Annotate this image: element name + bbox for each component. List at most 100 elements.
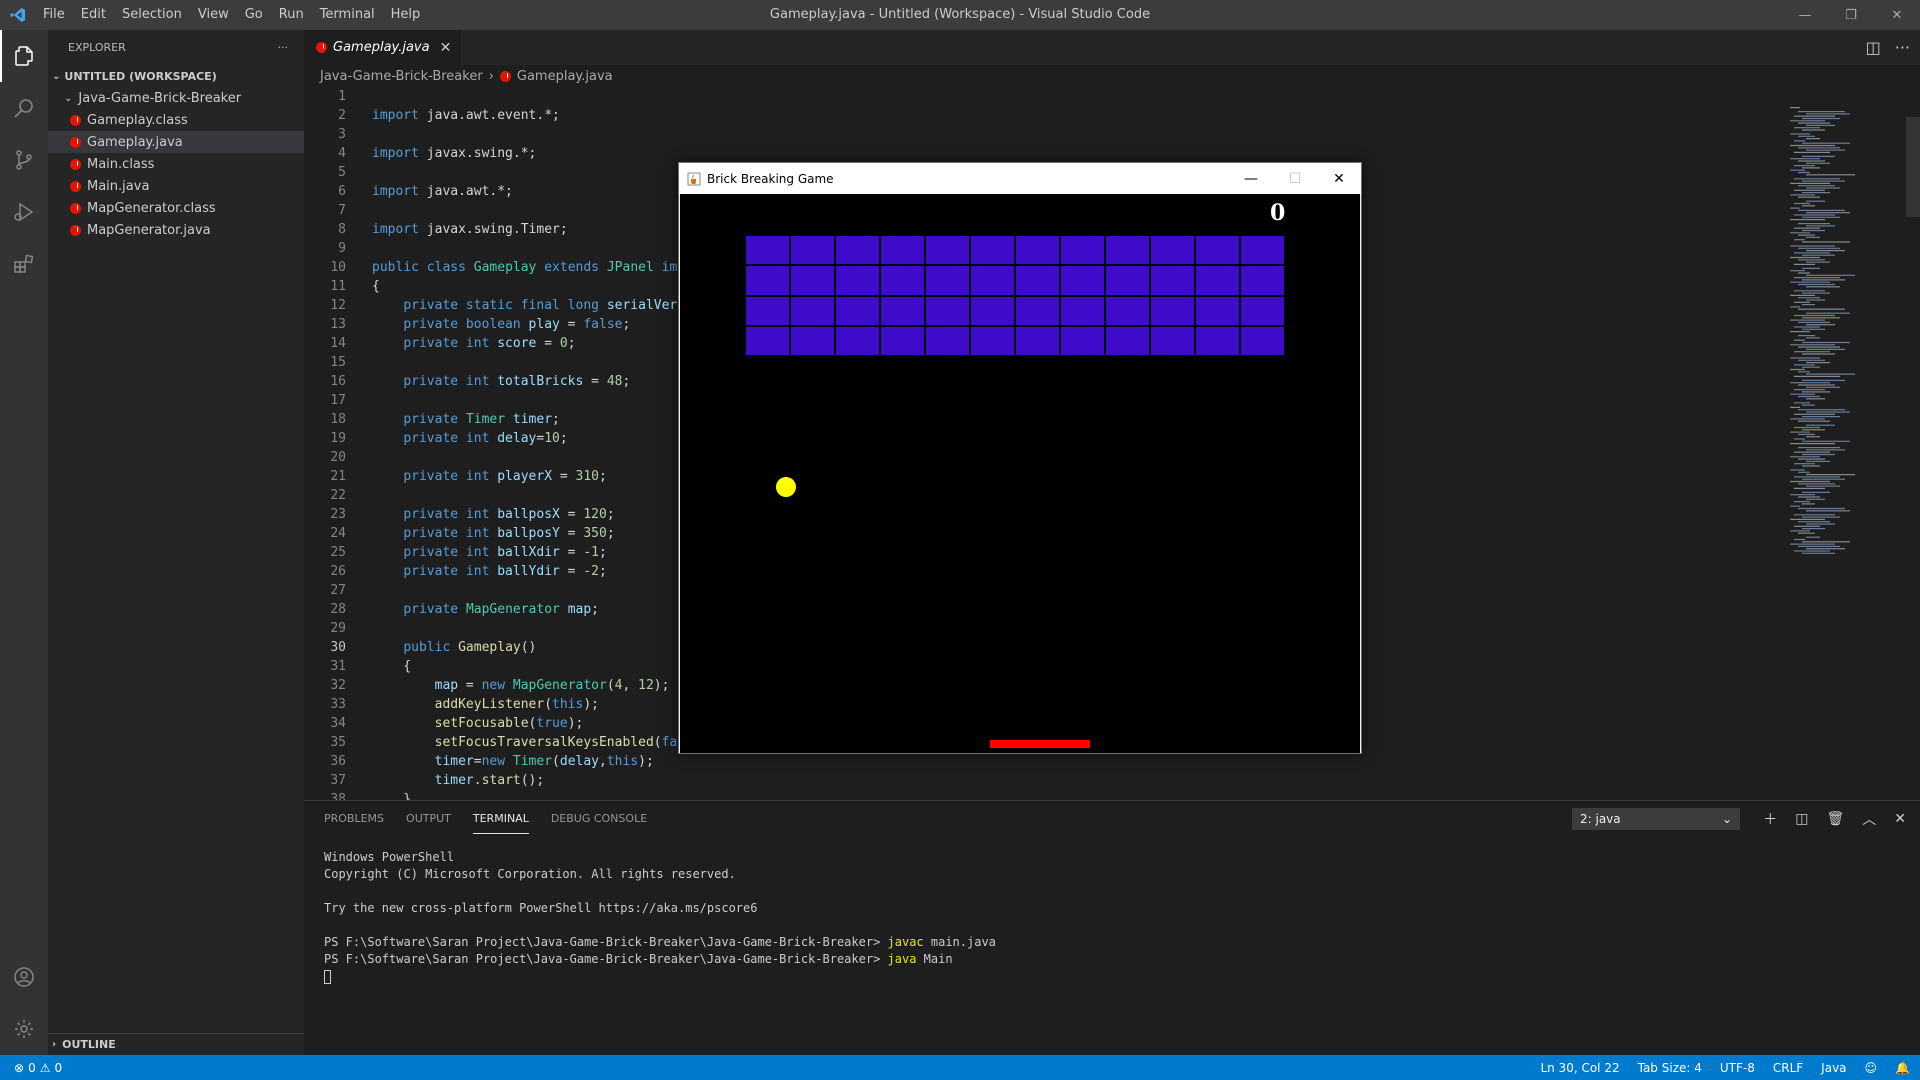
encoding[interactable]: UTF-8 bbox=[1720, 1061, 1755, 1075]
minimap-line bbox=[1806, 286, 1840, 288]
terminal-output[interactable]: Windows PowerShell Copyright (C) Microsof… bbox=[324, 849, 996, 985]
file-item[interactable]: MapGenerator.java bbox=[48, 219, 304, 241]
minimap-line bbox=[1790, 169, 1805, 171]
folder-row[interactable]: ⌄ Java-Game-Brick-Breaker bbox=[48, 87, 304, 109]
minimap-line bbox=[1794, 463, 1815, 465]
minimap-line bbox=[1806, 523, 1835, 525]
chevron-up-icon[interactable]: ︿ bbox=[1862, 809, 1876, 829]
bell-icon[interactable]: 🔔 bbox=[1895, 1061, 1910, 1075]
close-panel-icon[interactable]: ✕ bbox=[1894, 811, 1906, 827]
minimap-line bbox=[1790, 331, 1810, 333]
scrollbar-thumb[interactable] bbox=[1906, 117, 1920, 217]
split-editor-icon[interactable]: ◫ bbox=[1866, 38, 1881, 57]
more-actions-icon[interactable]: ··· bbox=[1895, 38, 1910, 57]
line-number: 32 bbox=[330, 678, 346, 693]
menu-item-file[interactable]: File bbox=[35, 0, 73, 30]
minimap-line bbox=[1806, 138, 1820, 140]
minimize-icon[interactable]: — bbox=[1782, 0, 1828, 30]
file-item[interactable]: Gameplay.java bbox=[48, 131, 304, 153]
line-ending[interactable]: CRLF bbox=[1773, 1061, 1803, 1075]
editor-scrollbar[interactable] bbox=[1906, 87, 1920, 800]
restore-icon[interactable]: ❐ bbox=[1828, 0, 1874, 30]
feedback-icon[interactable]: ☺ bbox=[1865, 1061, 1878, 1075]
code-token: timer bbox=[434, 754, 474, 769]
outline-section[interactable]: › OUTLINE bbox=[48, 1033, 304, 1055]
code-token: delay bbox=[497, 431, 537, 446]
brick bbox=[971, 266, 1014, 295]
tab-terminal[interactable]: TERMINAL bbox=[472, 804, 529, 834]
line-number: 28 bbox=[330, 602, 346, 617]
terminal-select[interactable]: 2: java ⌄ bbox=[1572, 808, 1740, 830]
more-actions-icon[interactable]: ··· bbox=[278, 41, 289, 54]
tab-size[interactable]: Tab Size: 4 bbox=[1638, 1061, 1702, 1075]
close-tab-icon[interactable]: ✕ bbox=[440, 40, 452, 56]
file-item[interactable]: Main.class bbox=[48, 153, 304, 175]
ball bbox=[776, 477, 796, 497]
source-control-icon[interactable] bbox=[0, 134, 48, 186]
menu-item-selection[interactable]: Selection bbox=[114, 0, 190, 30]
problems-status[interactable]: ⊗ 0 ⚠ 0 bbox=[0, 1061, 62, 1075]
code-line: 36 timer=new Timer(delay,this); bbox=[304, 752, 1774, 771]
minimap-line bbox=[1798, 247, 1840, 249]
minimap-line bbox=[1802, 267, 1820, 269]
workspace-section[interactable]: ⌄ UNTITLED (WORKSPACE) bbox=[48, 65, 304, 87]
java-error-icon bbox=[70, 180, 81, 192]
close-icon[interactable]: ✕ bbox=[1317, 163, 1361, 194]
code-token: ( bbox=[544, 697, 553, 712]
chevron-right-icon: › bbox=[488, 68, 494, 84]
account-icon[interactable] bbox=[0, 951, 48, 1003]
brick bbox=[791, 266, 834, 295]
menu-item-go[interactable]: Go bbox=[237, 0, 271, 30]
split-terminal-icon[interactable]: ◫ bbox=[1795, 811, 1808, 827]
breadcrumb-folder[interactable]: Java-Game-Brick-Breaker bbox=[320, 69, 483, 84]
tab-gameplay-java[interactable]: Gameplay.java ✕ bbox=[304, 30, 462, 65]
file-item[interactable]: MapGenerator.class bbox=[48, 197, 304, 219]
game-window-title: Brick Breaking Game bbox=[707, 171, 834, 186]
explorer-icon[interactable] bbox=[0, 30, 48, 82]
minimap-line bbox=[1794, 151, 1830, 153]
trash-icon[interactable]: 🗑 bbox=[1826, 811, 1844, 827]
code-token: import bbox=[372, 184, 419, 199]
minimap-line bbox=[1806, 250, 1845, 252]
menu-item-help[interactable]: Help bbox=[383, 0, 429, 30]
breadcrumb-file[interactable]: Gameplay.java bbox=[517, 69, 613, 84]
close-icon[interactable]: ✕ bbox=[1874, 0, 1920, 30]
cursor-position[interactable]: Ln 30, Col 22 bbox=[1540, 1061, 1619, 1075]
code-token: ( bbox=[653, 735, 662, 750]
tab-debug-console[interactable]: DEBUG CONSOLE bbox=[551, 804, 647, 833]
file-item[interactable]: Main.java bbox=[48, 175, 304, 197]
menu-item-run[interactable]: Run bbox=[271, 0, 312, 30]
extensions-icon[interactable] bbox=[0, 238, 48, 290]
search-icon[interactable] bbox=[0, 82, 48, 134]
file-item[interactable]: Gameplay.class bbox=[48, 109, 304, 131]
minimize-icon[interactable]: — bbox=[1229, 163, 1273, 194]
code-token: = bbox=[458, 678, 482, 693]
menu-item-view[interactable]: View bbox=[190, 0, 237, 30]
minimap-line bbox=[1806, 411, 1850, 413]
code-token: ; bbox=[591, 602, 599, 617]
minimap-line bbox=[1798, 223, 1830, 225]
warning-icon: ⚠ bbox=[39, 1060, 51, 1075]
tab-problems[interactable]: PROBLEMS bbox=[324, 804, 384, 833]
code-token: 12 bbox=[638, 678, 654, 693]
minimap[interactable] bbox=[1786, 87, 1906, 800]
run-debug-icon[interactable] bbox=[0, 186, 48, 238]
game-title-bar[interactable]: Brick Breaking Game — ☐ ✕ bbox=[679, 163, 1361, 194]
new-terminal-icon[interactable]: ＋ bbox=[1763, 809, 1777, 829]
menu-item-edit[interactable]: Edit bbox=[73, 0, 114, 30]
language-mode[interactable]: Java bbox=[1821, 1061, 1846, 1075]
minimap-line bbox=[1802, 416, 1840, 418]
code-text: private static final long serialVers bbox=[346, 296, 685, 315]
settings-gear-icon[interactable] bbox=[0, 1003, 48, 1055]
line-number: 23 bbox=[330, 507, 346, 522]
menu-item-terminal[interactable]: Terminal bbox=[312, 0, 383, 30]
code-token: ; bbox=[559, 431, 568, 446]
tab-output[interactable]: OUTPUT bbox=[406, 804, 451, 833]
game-canvas[interactable]: 0 bbox=[680, 194, 1360, 753]
minimap-line bbox=[1798, 532, 1815, 534]
line-number: 4 bbox=[338, 146, 346, 161]
code-token: new bbox=[481, 678, 506, 693]
code-token: ballposX bbox=[497, 507, 560, 522]
